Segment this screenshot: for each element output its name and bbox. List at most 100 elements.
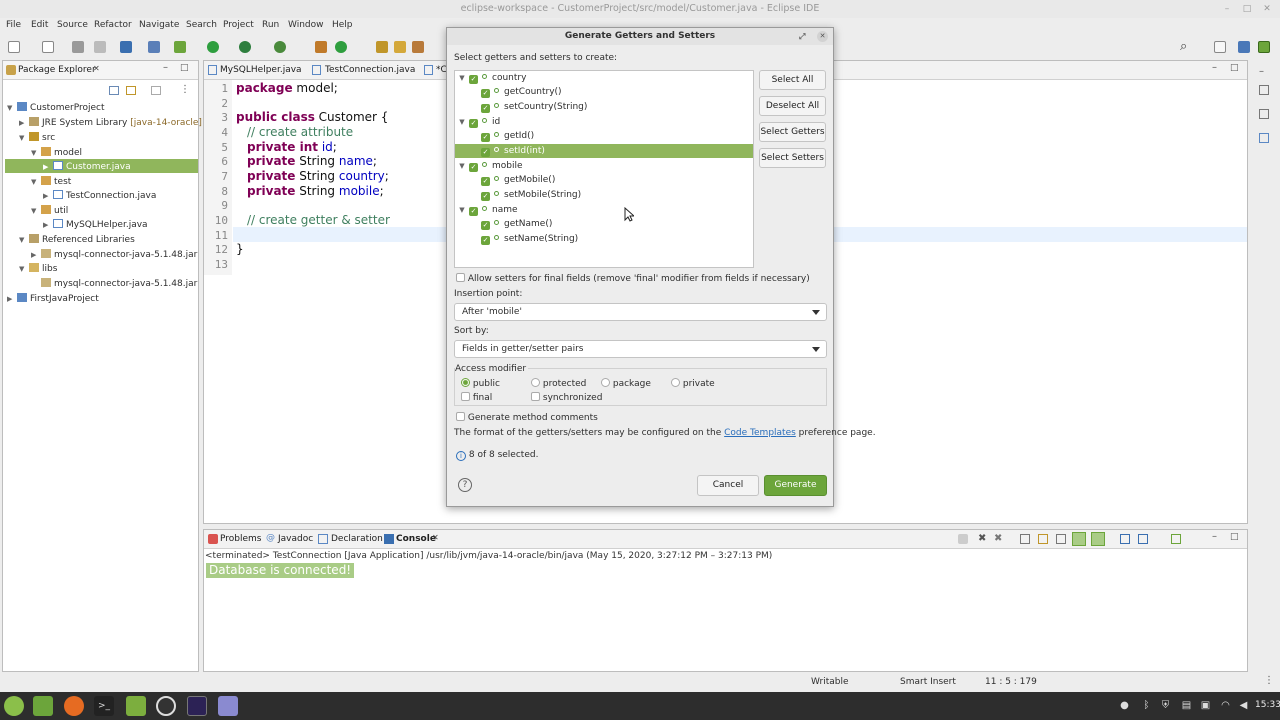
show-desktop-icon[interactable] [33,696,53,716]
outline-view-icon[interactable] [1259,85,1269,95]
sort-by-select[interactable]: Fields in getter/setter pairs [454,340,827,358]
close-icon[interactable]: ✕ [93,64,100,73]
code-line-5[interactable]: private int id; [247,140,337,154]
close-icon[interactable]: ✕ [1262,4,1272,14]
open-type-icon[interactable] [376,41,388,53]
tree-item-libs-jar[interactable]: mysql-connector-java-5.1.48.jar [41,278,197,289]
tab-testconnection[interactable]: TestConnection.java [325,65,415,75]
tree-method-setmobile[interactable]: ✓ setMobile(String) [455,188,753,202]
pin-console-icon[interactable] [1120,534,1130,544]
tree-field-country[interactable]: ▼ ✓ country [455,71,753,85]
maximize-view-icon[interactable]: □ [1230,63,1239,73]
tree-method-getid[interactable]: ✓ getId() [455,129,753,143]
code-templates-link[interactable]: Code Templates [724,428,796,438]
deselect-all-button[interactable]: Deselect All [759,96,826,116]
maximize-icon[interactable]: □ [1242,4,1252,14]
tree-item-util[interactable]: ▼ util [31,205,68,216]
tab-console[interactable]: Console [396,534,436,544]
tree-item-libs[interactable]: ▼ libs [19,263,57,274]
tree-item-customerproject[interactable]: ▼ CustomerProject [7,102,105,113]
radio-private[interactable]: private [671,378,715,389]
status-menu-icon[interactable]: ⋮ [1264,675,1274,686]
scroll-lock-icon[interactable] [1038,534,1048,544]
filter-icon[interactable] [151,86,161,95]
files-icon[interactable] [126,696,146,716]
tree-item-testconnection-java[interactable]: ▶ TestConnection.java [43,190,156,201]
code-line-12[interactable]: } [236,242,244,256]
code-line-8[interactable]: private String mobile; [247,184,384,198]
cancel-button[interactable]: Cancel [697,475,759,496]
radio-package[interactable]: package [601,378,651,389]
tab-mysqlhelper[interactable]: MySQLHelper.java [220,65,302,75]
run-icon[interactable] [207,41,219,53]
code-line-6[interactable]: private String name; [247,154,377,168]
terminal-icon[interactable] [120,41,132,53]
checkbox-checked-icon[interactable]: ✓ [481,177,490,186]
tree-method-setname[interactable]: ✓ setName(String) [455,232,753,246]
tab-javadoc[interactable]: Javadoc [278,534,313,544]
menu-help[interactable]: Help [332,20,353,30]
radio-protected[interactable]: protected [531,378,586,389]
save-all-icon[interactable] [72,41,84,53]
tree-item-model[interactable]: ▼ model [31,147,82,158]
tool-icon[interactable] [412,41,424,53]
menu-navigate[interactable]: Navigate [139,20,179,30]
terminate-icon[interactable] [958,534,968,544]
generate-button[interactable]: Generate [764,475,827,496]
menu-search[interactable]: Search [186,20,217,30]
tree-item-referenced-libraries[interactable]: ▼ Referenced Libraries [19,234,135,245]
printer-icon[interactable]: ▤ [1181,700,1192,711]
tree-item-customer-java[interactable]: ▶ Customer.java [43,161,131,172]
radio-unselected-icon[interactable] [601,378,610,387]
minimize-icon[interactable]: – [1222,4,1232,14]
shield-icon[interactable]: ⛨ [1160,700,1171,711]
tree-item-src[interactable]: ▼ src [19,132,55,143]
synchronized-option[interactable]: synchronized [531,392,602,403]
tab-problems[interactable]: Problems [220,534,261,544]
tree-item-firstjavaproject[interactable]: ▶ FirstJavaProject [7,293,99,304]
maximize-view-icon[interactable]: □ [1230,532,1239,542]
save-icon[interactable] [42,41,54,53]
maximize-view-icon[interactable]: □ [180,63,189,73]
perspective-java-ee-icon[interactable] [1238,41,1250,53]
show-on-stderr-icon[interactable] [1091,532,1105,546]
new-package-icon[interactable] [315,41,327,53]
open-console-icon[interactable] [1171,534,1181,544]
task-list-icon[interactable] [1259,109,1269,119]
outline-icon[interactable] [1259,133,1269,143]
package-explorer-title[interactable]: Package Explorer [18,65,96,75]
checkbox-checked-icon[interactable]: ✓ [481,104,490,113]
menu-file[interactable]: File [6,20,21,30]
print-icon[interactable] [94,41,106,53]
tree-item-jre-library[interactable]: ▶ JRE System Library [java-14-oracle] [19,117,202,128]
show-on-stdout-icon[interactable] [1072,532,1086,546]
tree-method-getcountry[interactable]: ✓ getCountry() [455,85,753,99]
terminal-icon[interactable]: >_ [94,696,114,716]
minimize-view-icon[interactable]: – [163,62,168,73]
obs-tray-icon[interactable]: ● [1119,700,1130,711]
tree-method-getname[interactable]: ✓ getName() [455,217,753,231]
checkbox-unchecked-icon[interactable] [461,392,470,401]
external-tools-icon[interactable] [274,41,286,53]
radio-public[interactable]: public [461,378,500,389]
radio-selected-icon[interactable] [461,378,470,387]
code-line-1[interactable]: package model; [236,81,338,95]
allow-final-setters-option[interactable]: Allow setters for final fields (remove '… [456,273,810,284]
checkbox-unchecked-icon[interactable] [456,412,465,421]
obs-icon[interactable] [156,696,176,716]
menu-refactor[interactable]: Refactor [94,20,132,30]
remove-launch-icon[interactable]: ✖ [978,533,986,544]
menu-run[interactable]: Run [262,20,279,30]
remove-all-icon[interactable]: ✖ [994,533,1002,544]
perspective-open-icon[interactable] [1214,41,1226,53]
menu-edit[interactable]: Edit [31,20,48,30]
eclipse-icon[interactable] [187,696,207,716]
radio-unselected-icon[interactable] [531,378,540,387]
tab-declaration[interactable]: Declaration [331,534,383,544]
collapse-all-icon[interactable] [109,86,119,95]
firefox-icon[interactable] [64,696,84,716]
close-icon[interactable]: ✕ [432,533,439,542]
checkbox-checked-icon[interactable]: ✓ [469,207,478,216]
checkbox-checked-icon[interactable]: ✓ [481,148,490,157]
minimize-view-icon[interactable]: – [1259,66,1264,77]
